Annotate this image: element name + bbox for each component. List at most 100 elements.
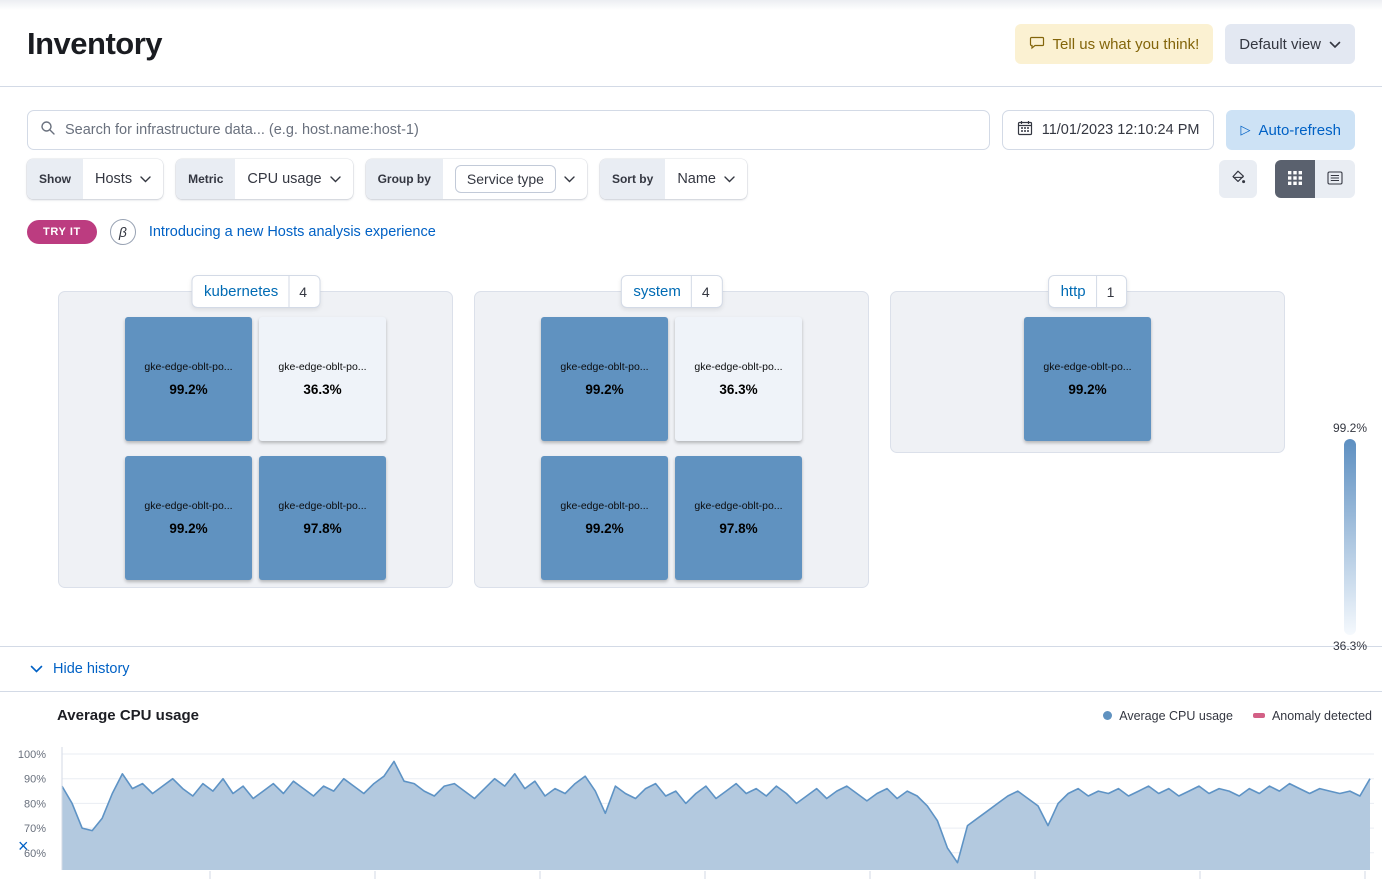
host-name: gke-edge-oblt-po... [144,361,232,373]
auto-refresh-label: Auto-refresh [1258,122,1341,139]
host-name: gke-edge-oblt-po... [144,500,232,512]
group-by-filter-label: Group by [366,159,443,199]
group-chip-http[interactable]: http 1 [1048,275,1128,308]
page-title: Inventory [27,26,162,62]
filter-row: Show Hosts Metric CPU usage Group by Ser… [27,159,1355,199]
tile-grid: gke-edge-oblt-po... 99.2% gke-edge-oblt-… [541,317,802,587]
group-by-filter-value[interactable]: Service type [455,165,556,193]
chart-legend: Average CPU usage Anomaly detected [1103,709,1372,723]
sort-by-filter[interactable]: Sort by Name [600,159,747,199]
legend-dot-icon [1103,711,1112,720]
hide-history-toggle[interactable]: Hide history [30,661,130,677]
hosts-analysis-link[interactable]: Introducing a new Hosts analysis experie… [149,224,436,240]
show-filter[interactable]: Show Hosts [27,159,163,199]
feedback-button[interactable]: Tell us what you think! [1015,24,1214,64]
color-fill-icon [1230,169,1247,189]
host-name: gke-edge-oblt-po... [278,361,366,373]
host-tile[interactable]: gke-edge-oblt-po... 97.8% [259,456,386,580]
host-metric-value: 99.2% [585,382,623,397]
search-input[interactable] [65,122,977,138]
chevron-down-icon [1329,36,1341,53]
play-icon: ▷ [1240,122,1250,138]
header-divider [0,86,1382,87]
grid-view-button[interactable] [1275,160,1315,198]
show-filter-value: Hosts [95,171,132,187]
search-box [27,110,990,150]
sort-by-filter-value: Name [677,171,716,187]
layout-switcher [1275,160,1355,198]
host-tile[interactable]: gke-edge-oblt-po... 36.3% [259,317,386,441]
chevron-down-icon [564,176,575,183]
host-tile[interactable]: gke-edge-oblt-po... 36.3% [675,317,802,441]
group-http: http 1 gke-edge-oblt-po... 99.2% [890,291,1285,453]
metric-filter-value: CPU usage [247,171,321,187]
view-selector-label: Default view [1239,36,1321,53]
history-chart-title: Average CPU usage [57,707,199,724]
svg-text:100%: 100% [18,749,46,761]
chevron-down-icon [330,176,341,183]
group-name: http [1061,283,1086,300]
metric-filter-label: Metric [176,159,235,199]
table-view-button[interactable] [1315,160,1355,198]
chevron-down-icon [30,665,43,673]
host-tile[interactable]: gke-edge-oblt-po... 99.2% [541,317,668,441]
host-tile[interactable]: gke-edge-oblt-po... 99.2% [541,456,668,580]
legend-item-avg-cpu[interactable]: Average CPU usage [1103,709,1233,723]
host-name: gke-edge-oblt-po... [694,500,782,512]
grid-view-icon [1288,171,1302,188]
color-scale-legend: 99.2% 36.3% [1326,421,1374,653]
host-metric-value: 36.3% [719,382,757,397]
legend-item-anomaly[interactable]: Anomaly detected [1253,709,1372,723]
sort-by-filter-label: Sort by [600,159,665,199]
scale-min-label: 36.3% [1333,639,1367,653]
page-header: Inventory Tell us what you think! Defaul… [0,0,1382,64]
host-tile[interactable]: gke-edge-oblt-po... 99.2% [1024,317,1151,441]
group-name: kubernetes [204,283,278,300]
scale-max-label: 99.2% [1333,421,1367,435]
host-metric-value: 99.2% [585,521,623,536]
host-name: gke-edge-oblt-po... [560,500,648,512]
header-actions: Tell us what you think! Default view [1015,24,1355,64]
group-by-filter[interactable]: Group by Service type [366,159,587,199]
try-it-badge: TRY IT [27,220,97,244]
search-toolbar: 11/01/2023 12:10:24 PM ▷ Auto-refresh [27,110,1355,150]
history-bar: Hide history [0,646,1382,692]
group-count: 4 [702,284,710,300]
group-panel: gke-edge-oblt-po... 99.2% gke-edge-oblt-… [474,291,869,588]
host-tile[interactable]: gke-edge-oblt-po... 99.2% [125,317,252,441]
chevron-down-icon [724,176,735,183]
cpu-history-area-chart: 100%90%80%70%60% [0,743,1382,880]
waffle-map-area: kubernetes 4 gke-edge-oblt-po... 99.2% g… [0,291,1382,588]
history-chart: 100%90%80%70%60% × [0,743,1382,880]
groups-row: kubernetes 4 gke-edge-oblt-po... 99.2% g… [58,291,1382,588]
chart-close-icon[interactable]: × [18,837,29,855]
host-name: gke-edge-oblt-po... [694,361,782,373]
color-fill-button[interactable] [1219,160,1257,198]
group-name: system [633,283,681,300]
legend-bar-icon [1253,713,1265,718]
date-picker-button[interactable]: 11/01/2023 12:10:24 PM [1002,110,1215,150]
host-metric-value: 97.8% [719,521,757,536]
date-picker-value: 11/01/2023 12:10:24 PM [1042,122,1200,138]
group-chip-system[interactable]: system 4 [620,275,722,308]
metric-filter[interactable]: Metric CPU usage [176,159,353,199]
group-count: 4 [299,284,307,300]
try-banner: TRY IT β Introducing a new Hosts analysi… [27,218,1355,246]
auto-refresh-button[interactable]: ▷ Auto-refresh [1226,110,1355,150]
group-chip-kubernetes[interactable]: kubernetes 4 [191,275,320,308]
table-view-icon [1327,171,1343,188]
legend-label: Average CPU usage [1119,709,1233,723]
speech-bubble-icon [1029,34,1045,54]
view-selector-button[interactable]: Default view [1225,24,1355,64]
svg-text:80%: 80% [24,798,46,810]
svg-text:90%: 90% [24,774,46,786]
host-tile[interactable]: gke-edge-oblt-po... 97.8% [675,456,802,580]
host-metric-value: 36.3% [303,382,341,397]
legend-label: Anomaly detected [1272,709,1372,723]
svg-text:70%: 70% [24,823,46,835]
tile-grid: gke-edge-oblt-po... 99.2% gke-edge-oblt-… [125,317,386,587]
host-metric-value: 97.8% [303,521,341,536]
chip-divider [288,276,289,307]
host-tile[interactable]: gke-edge-oblt-po... 99.2% [125,456,252,580]
history-chart-header: Average CPU usage Average CPU usage Anom… [57,707,1372,724]
